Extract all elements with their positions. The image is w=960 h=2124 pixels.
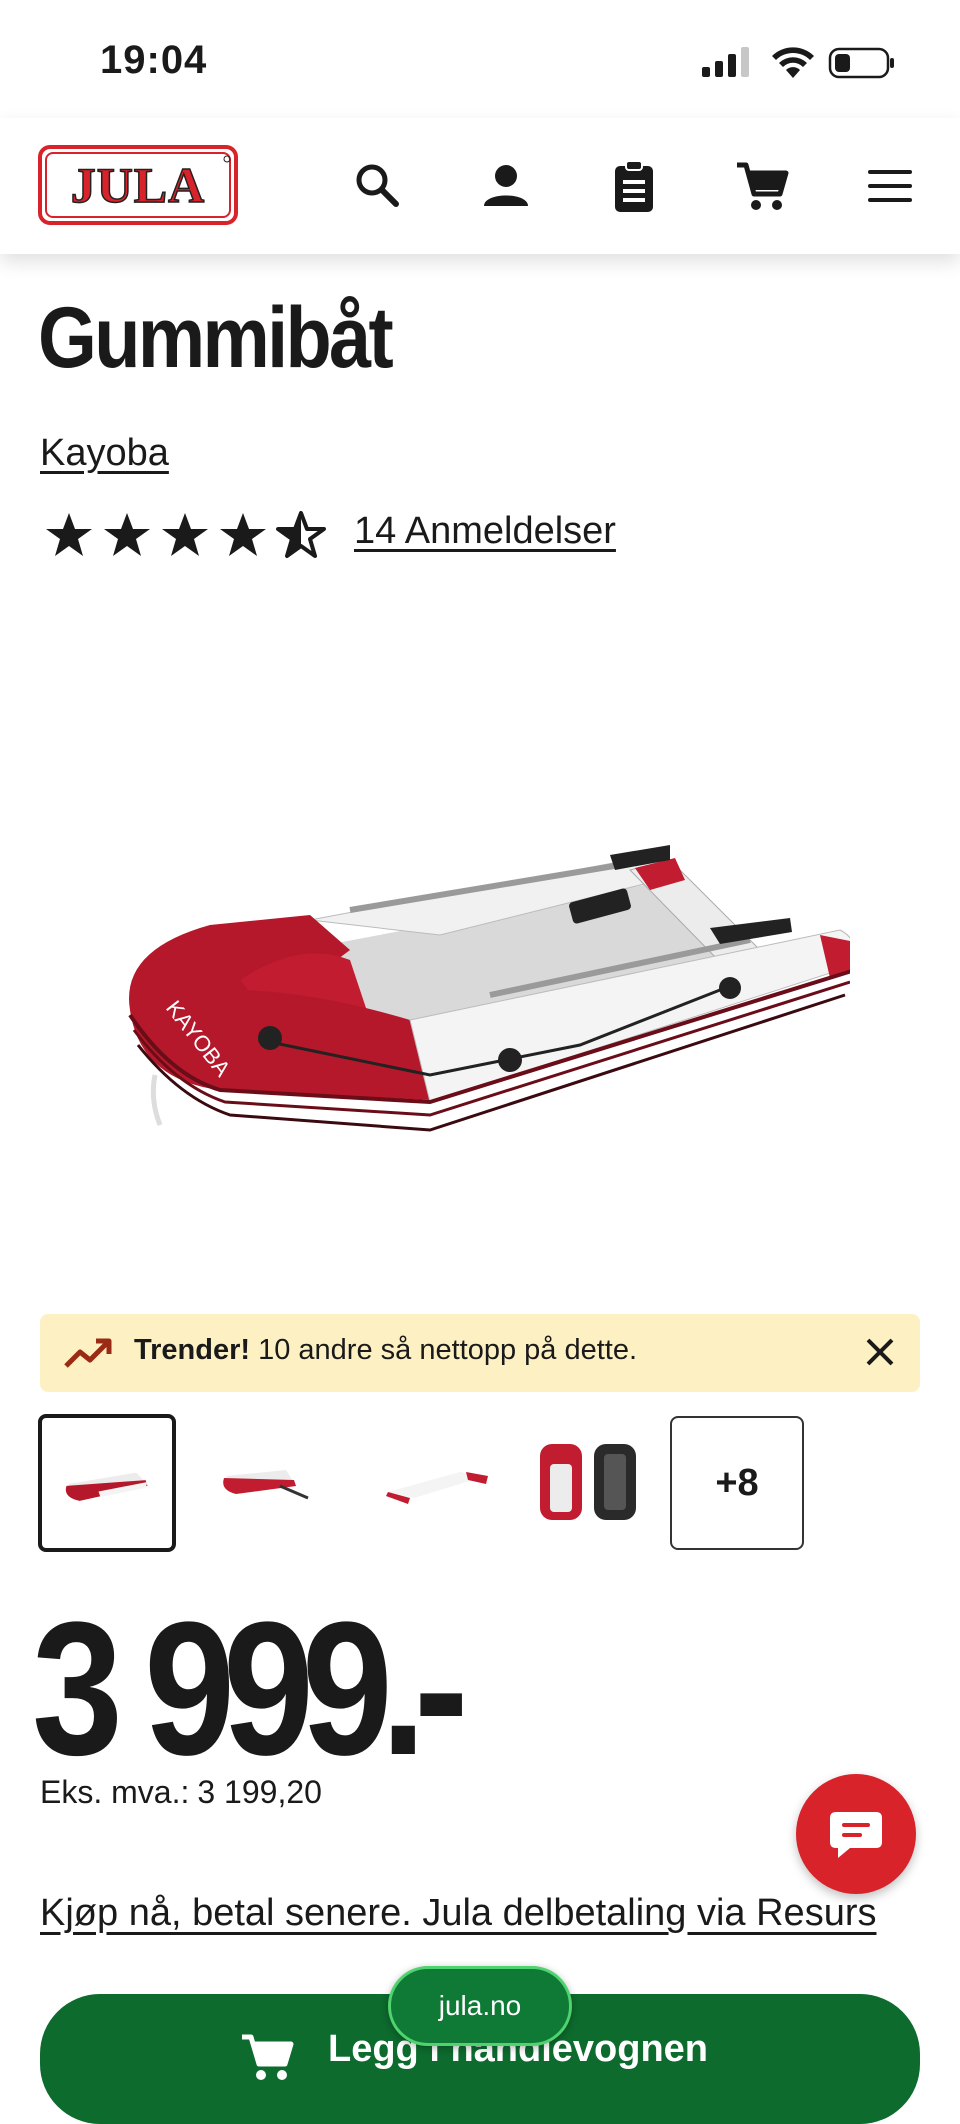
half-star-icon [276, 511, 326, 558]
wifi-icon [772, 47, 814, 78]
close-icon[interactable] [860, 1332, 900, 1372]
reviews-link[interactable]: 14 Anmeldelser [354, 510, 616, 553]
trending-message: 10 andre så nettopp på dette. [258, 1334, 638, 1366]
signal-icon [702, 47, 749, 77]
trending-up-icon [64, 1338, 112, 1368]
thumbnail-1[interactable] [38, 1414, 176, 1552]
account-icon[interactable] [478, 158, 534, 214]
star-icon [162, 513, 208, 556]
price: 3 999.- [32, 1583, 468, 1795]
status-time: 19:04 [100, 38, 208, 82]
product-title: Gummibåt [38, 290, 394, 386]
cart-icon [242, 2034, 294, 2080]
vat-label: Eks. mva.: [40, 1774, 190, 1810]
trending-label: Trender! [134, 1334, 251, 1366]
cart-icon[interactable] [734, 158, 790, 214]
thumbnail-3[interactable] [370, 1414, 508, 1552]
price-ex-vat: Eks. mva.: 3 199,20 [40, 1774, 322, 1811]
search-icon[interactable] [350, 158, 406, 214]
more-images-button[interactable]: +8 [670, 1416, 804, 1550]
payment-link[interactable]: Kjøp nå, betal senere. Jula delbetaling … [40, 1892, 876, 1935]
jula-logo[interactable]: JULA [38, 145, 238, 225]
vat-value: 3 199,20 [197, 1774, 322, 1810]
thumbnail-4[interactable] [520, 1414, 658, 1552]
chat-button[interactable] [796, 1774, 916, 1894]
svg-text:JULA: JULA [71, 157, 206, 213]
clipboard-icon[interactable] [606, 158, 662, 214]
brand-link[interactable]: Kayoba [40, 432, 169, 475]
thumbnail-2[interactable] [190, 1414, 328, 1552]
product-image[interactable]: KAYOBA [110, 840, 850, 1160]
trending-text: Trender! 10 andre så nettopp på dette. [134, 1334, 637, 1367]
battery-icon [828, 47, 894, 79]
browser-url-pill[interactable]: jula.no [388, 1966, 572, 2046]
chat-icon [830, 1812, 882, 1858]
trending-banner: Trender! 10 andre så nettopp på dette. [40, 1314, 920, 1392]
star-icon [220, 513, 266, 556]
menu-icon[interactable] [862, 158, 918, 214]
star-icon [46, 513, 92, 556]
star-icon [104, 513, 150, 556]
rating-stars[interactable] [44, 510, 326, 560]
